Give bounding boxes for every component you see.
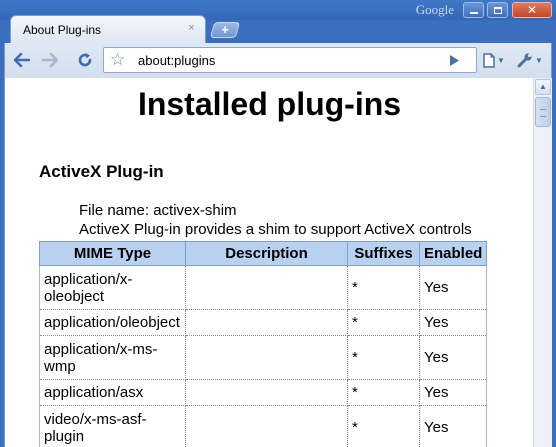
go-button[interactable] bbox=[445, 50, 463, 70]
table-row: application/x-oleobject * Yes bbox=[39, 265, 488, 310]
minimize-icon bbox=[469, 12, 478, 14]
minimize-button[interactable] bbox=[463, 2, 484, 18]
grip-icon bbox=[540, 109, 546, 117]
mime-type-cell: application/asx bbox=[39, 379, 186, 406]
enabled-cell: Yes bbox=[418, 379, 488, 406]
wrench-menu-button[interactable]: ▼ bbox=[515, 50, 545, 70]
enabled-cell: Yes bbox=[418, 405, 488, 447]
back-arrow-icon bbox=[14, 53, 30, 67]
reload-button[interactable] bbox=[73, 49, 97, 71]
table-header-row: MIME Type Description Suffixes Enabled bbox=[39, 241, 488, 266]
plugin-description: ActiveX Plug-in provides a shim to suppo… bbox=[79, 221, 472, 238]
mime-type-cell: video/x-ms-asf-plugin bbox=[39, 405, 186, 447]
bookmark-star-icon[interactable]: ☆ bbox=[110, 50, 125, 70]
enabled-cell: Yes bbox=[418, 335, 488, 380]
suffixes-cell: * bbox=[347, 405, 420, 447]
page-menu-button[interactable]: ▼ bbox=[479, 50, 509, 70]
maximize-icon bbox=[493, 6, 502, 14]
column-header-mime-type: MIME Type bbox=[39, 241, 186, 266]
table-row: video/x-ms-asf-plugin * Yes bbox=[39, 405, 488, 447]
plus-icon: + bbox=[221, 22, 229, 37]
table-row: application/x-ms-wmp * Yes bbox=[39, 335, 488, 380]
vertical-scrollbar[interactable]: ▲ bbox=[533, 78, 552, 447]
tab-close-icon[interactable]: × bbox=[185, 22, 198, 35]
mime-type-cell: application/oleobject bbox=[39, 309, 186, 336]
maximize-button[interactable] bbox=[487, 2, 508, 18]
toolbar: ☆ about:plugins ▼ ▼ bbox=[4, 43, 552, 78]
table-row: application/asx * Yes bbox=[39, 379, 488, 406]
forward-arrow-icon bbox=[42, 53, 58, 67]
page-title: Installed plug-ins bbox=[137, 86, 402, 122]
plugin-file-name: File name: activex-shim bbox=[79, 202, 237, 219]
tab-title: About Plug-ins bbox=[23, 23, 102, 37]
chevron-down-icon: ▼ bbox=[497, 55, 505, 65]
reload-icon bbox=[78, 53, 92, 67]
google-brand: Google bbox=[415, 2, 454, 17]
url-text[interactable]: about:plugins bbox=[138, 53, 215, 68]
address-bar[interactable]: ☆ about:plugins bbox=[103, 47, 477, 73]
suffixes-cell: * bbox=[347, 309, 420, 336]
column-header-description: Description bbox=[185, 241, 348, 266]
column-header-enabled: Enabled bbox=[418, 241, 488, 266]
back-button[interactable] bbox=[10, 49, 34, 71]
description-cell bbox=[185, 265, 348, 310]
suffixes-cell: * bbox=[347, 335, 420, 380]
description-cell bbox=[185, 405, 348, 447]
browser-window: Google ✕ About Plug-ins × + ☆ about:plug… bbox=[0, 0, 556, 447]
play-icon bbox=[449, 54, 459, 66]
mime-types-table: MIME Type Description Suffixes Enabled a… bbox=[39, 241, 488, 447]
suffixes-cell: * bbox=[347, 265, 420, 310]
new-tab-button[interactable]: + bbox=[209, 22, 241, 38]
enabled-cell: Yes bbox=[418, 309, 488, 336]
page-icon bbox=[483, 52, 495, 68]
page-content: Installed plug-ins ActiveX Plug-in File … bbox=[4, 78, 533, 447]
forward-button[interactable] bbox=[38, 49, 62, 71]
mime-type-cell: application/x-ms-wmp bbox=[39, 335, 186, 380]
description-cell bbox=[185, 309, 348, 336]
enabled-cell: Yes bbox=[418, 265, 488, 310]
mime-type-cell: application/x-oleobject bbox=[39, 265, 186, 310]
tab-about-plugins[interactable]: About Plug-ins × bbox=[10, 15, 206, 43]
plugin-name: ActiveX Plug-in bbox=[39, 162, 164, 181]
description-cell bbox=[185, 379, 348, 406]
scroll-up-arrow-icon[interactable]: ▲ bbox=[535, 79, 551, 95]
column-header-suffixes: Suffixes bbox=[347, 241, 420, 266]
wrench-icon bbox=[517, 53, 532, 68]
suffixes-cell: * bbox=[347, 379, 420, 406]
scrollbar-thumb[interactable] bbox=[535, 97, 551, 127]
close-window-button[interactable]: ✕ bbox=[512, 2, 552, 18]
table-row: application/oleobject * Yes bbox=[39, 309, 488, 336]
close-icon: ✕ bbox=[526, 3, 538, 17]
chevron-down-icon: ▼ bbox=[535, 55, 543, 65]
description-cell bbox=[185, 335, 348, 380]
